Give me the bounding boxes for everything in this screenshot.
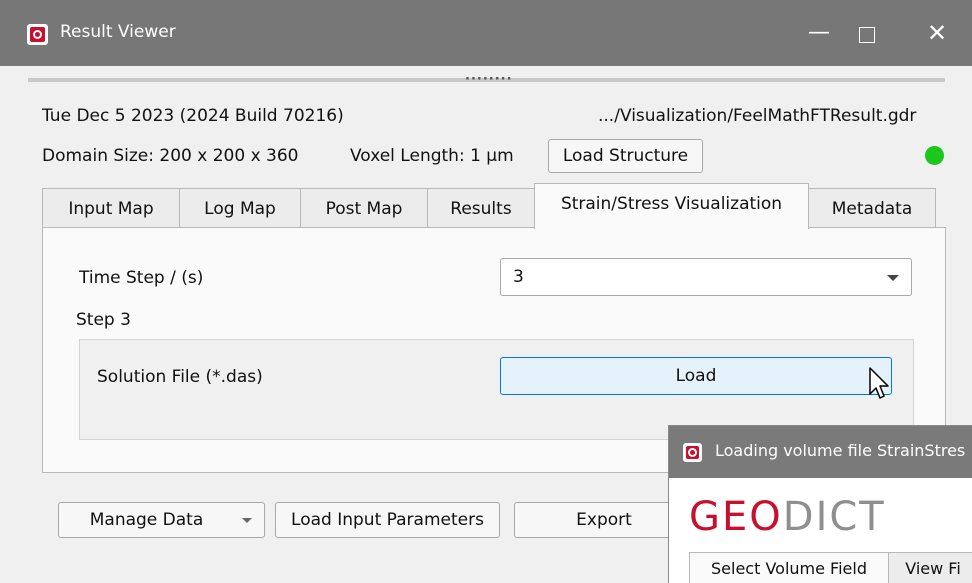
tab-post-map[interactable]: Post Map [300,188,428,228]
load-input-parameters-button[interactable]: Load Input Parameters [275,502,500,538]
time-step-value: 3 [513,267,524,287]
file-path: .../Visualization/FeelMathFTResult.gdr [598,106,917,126]
step-label: Step 3 [76,310,131,330]
tab-input-map[interactable]: Input Map [42,188,180,228]
dialog-title: Loading volume file StrainStres [715,441,966,460]
voxel-length: Voxel Length: 1 µm [350,146,514,166]
tab-select-volume-field[interactable]: Select Volume Field [689,552,889,583]
time-step-label: Time Step / (s) [79,268,204,288]
geodict-app-icon [683,443,702,462]
maximize-icon [859,27,875,43]
geodict-logo: GEODICT [689,494,886,540]
build-info: Tue Dec 5 2023 (2024 Build 70216) [42,106,344,126]
geodict-app-icon [27,24,48,45]
maximize-button[interactable] [840,10,890,56]
window-title: Result Viewer [60,22,176,42]
domain-size: Domain Size: 200 x 200 x 360 [42,146,299,166]
splitter-grip-icon[interactable]: ········ [465,72,513,87]
chevron-down-icon [887,275,899,281]
time-step-select[interactable]: 3 [500,258,912,296]
tab-results[interactable]: Results [427,188,535,228]
tab-strain-stress-visualization[interactable]: Strain/Stress Visualization [534,183,809,229]
tab-view-file[interactable]: View Fi [888,552,972,583]
tab-log-map[interactable]: Log Map [179,188,301,228]
load-structure-button[interactable]: Load Structure [548,139,703,173]
minimize-button[interactable]: — [794,10,844,56]
close-button[interactable]: ✕ [912,10,962,56]
manage-data-label: Manage Data [89,510,204,530]
loading-volume-dialog[interactable]: Loading volume file StrainStres GEODICT … [668,425,972,583]
tab-metadata[interactable]: Metadata [808,188,936,228]
solution-file-label: Solution File (*.das) [97,367,263,387]
chevron-down-icon[interactable] [242,518,252,523]
mouse-cursor-icon [869,367,889,399]
manage-data-button[interactable]: Manage Data [58,502,265,538]
status-indicator [925,146,944,165]
load-solution-button[interactable]: Load [500,357,892,395]
export-button[interactable]: Export [514,502,694,538]
